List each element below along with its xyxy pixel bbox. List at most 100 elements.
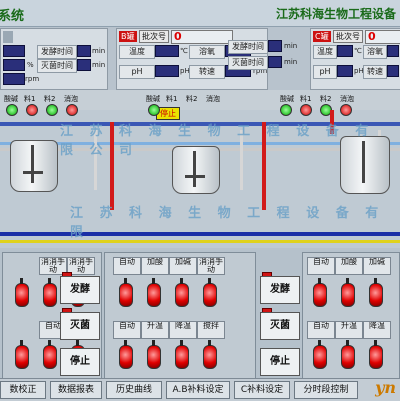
tank-a-sterilize-time-unit: min xyxy=(92,61,106,69)
valve-icon[interactable] xyxy=(26,104,38,116)
tank-a-sterilize-time-value xyxy=(77,59,91,71)
knob-icon[interactable] xyxy=(175,340,189,369)
tank-c-auto-label: 自动 xyxy=(307,257,335,275)
indicator-label-b1: 酸碱 xyxy=(146,95,160,103)
bottom-nav: 数校正 数据报表 历史曲线 A.B补料设定 C补料设定 分时段控制 xyxy=(0,378,400,401)
sterilize-button-a[interactable]: 灭菌 xyxy=(60,312,100,340)
valve-icon[interactable] xyxy=(66,104,78,116)
tank-b-ph-value xyxy=(155,65,179,77)
tank-b-sterilize-time-unit: min xyxy=(284,58,298,66)
tank-b-batch-no: 0 xyxy=(174,30,182,43)
tank-b-auto-label: 自动 xyxy=(113,257,141,275)
tank-b-cool-label: 降温 xyxy=(169,321,197,339)
window-title: 系统 xyxy=(0,9,25,24)
tank-b-temp-unit: ℃ xyxy=(180,47,188,55)
tank-a-label xyxy=(3,31,13,43)
tank-a-unit-3: rpm xyxy=(25,75,40,83)
stop-button-b[interactable]: 停止 xyxy=(260,348,300,376)
tank-c-do-value xyxy=(387,45,399,57)
tank-b-manual-label: 消消手动 xyxy=(197,257,225,275)
tank-b-alkali-label: 加碱 xyxy=(169,257,197,275)
control-area: 消消手动 消消手动 自动 搅拌 发酵 灭菌 停止 自动 加酸 加碱 消消手动 自… xyxy=(0,250,400,380)
knob-icon[interactable] xyxy=(341,340,355,369)
knob-icon[interactable] xyxy=(119,340,133,369)
title-bar: 系统 江苏科海生物工程设备 xyxy=(0,0,400,27)
tank-b-heat-label: 升温 xyxy=(141,321,169,339)
data-report-button[interactable]: 数据报表 xyxy=(50,381,102,399)
tank-c-do-label: 溶氧 xyxy=(363,45,387,59)
knob-icon[interactable] xyxy=(203,340,217,369)
tank-c-acid-label: 加酸 xyxy=(335,257,363,275)
valve-icon[interactable] xyxy=(46,104,58,116)
tank-c-batch-no: 0 xyxy=(368,30,376,43)
tank-a-sterilize-time-label: 灭菌时间 xyxy=(37,59,77,73)
tank-c-batch-field[interactable]: 0 xyxy=(365,30,400,44)
indicator-label-a2: 料1 xyxy=(24,95,36,103)
history-curve-button[interactable]: 历史曲线 xyxy=(106,381,162,399)
calibration-button[interactable]: 数校正 xyxy=(0,381,46,399)
valve-icon[interactable] xyxy=(280,104,292,116)
tank-b-temp-label: 温度 xyxy=(119,45,155,59)
tank-a-value-3 xyxy=(3,73,25,85)
indicator-label-b3: 料2 xyxy=(186,95,198,103)
knob-icon[interactable] xyxy=(313,340,327,369)
tank-b-sterilize-time-value xyxy=(268,56,282,68)
valve-icon[interactable] xyxy=(300,104,312,116)
tank-b-batch-field[interactable]: 0 xyxy=(171,30,233,44)
stop-button-a[interactable]: 停止 xyxy=(60,348,100,376)
tank-b-sterilize-time-label: 灭菌时间 xyxy=(228,56,268,70)
tank-c-panel: C罐 批次号 0 温度 ℃ 溶氧 % pH pH 转速 rpm xyxy=(310,28,400,90)
knob-icon[interactable] xyxy=(313,278,327,307)
valve-icon[interactable] xyxy=(340,104,352,116)
tank-c-temp-value xyxy=(337,45,353,57)
valve-icon[interactable] xyxy=(6,104,18,116)
tank-b-batch-label: 批次号 xyxy=(139,30,169,43)
tank-c-speed-label: 转速 xyxy=(363,65,387,79)
knob-icon[interactable] xyxy=(369,278,383,307)
knob-icon[interactable] xyxy=(147,340,161,369)
tank-c-ph-label: pH xyxy=(313,65,337,79)
time-segment-control-button[interactable]: 分时段控制 xyxy=(294,381,358,399)
bottom-pipe-yellow xyxy=(0,240,400,243)
watermark-bottom: 江 苏 科 海 生 物 工 程 设 备 有 限 xyxy=(70,206,385,240)
process-diagram: 酸碱 料1 料2 消泡 酸碱 料1 料2 消泡 酸碱 料1 料2 消泡 停止 江 xyxy=(0,90,400,248)
tank-b-tag: B罐 xyxy=(119,31,137,42)
c-feed-settings-button[interactable]: C补料设定 xyxy=(234,381,290,399)
company-name: 江苏科海生物工程设备 xyxy=(275,7,396,21)
indicator-label-a4: 消泡 xyxy=(64,95,78,103)
knob-icon[interactable] xyxy=(369,340,383,369)
ferment-button-b[interactable]: 发酵 xyxy=(260,276,300,304)
knob-icon[interactable] xyxy=(15,340,29,369)
tank-a-ferment-time-unit: min xyxy=(92,47,106,55)
sterilize-button-b[interactable]: 灭菌 xyxy=(260,312,300,340)
knob-icon[interactable] xyxy=(119,278,133,307)
tank-b-ph-label: pH xyxy=(119,65,155,79)
tank-c-alkali-label: 加碱 xyxy=(363,257,391,275)
tank-b-extra-panel: 发酵时间 min 灭菌时间 min xyxy=(226,40,300,86)
knob-icon[interactable] xyxy=(341,278,355,307)
indicator-label-a1: 酸碱 xyxy=(4,95,18,103)
indicator-label-b2: 料1 xyxy=(166,95,178,103)
knob-icon[interactable] xyxy=(43,340,57,369)
tank-b-stir-label: 搅拌 xyxy=(197,321,225,339)
site-logo: yn xyxy=(375,378,396,397)
tank-a-value-1 xyxy=(3,45,25,57)
knob-icon[interactable] xyxy=(15,278,29,307)
control-group-c: 自动 加酸 加碱 自动 升温 降温 xyxy=(302,252,400,380)
tank-a-value-2 xyxy=(3,59,25,71)
ab-feed-settings-button[interactable]: A.B补料设定 xyxy=(166,381,230,399)
knob-icon[interactable] xyxy=(43,278,57,307)
tank-c-cool-label: 降温 xyxy=(363,321,391,339)
knob-icon[interactable] xyxy=(147,278,161,307)
knob-icon[interactable] xyxy=(175,278,189,307)
tank-b-temp-value xyxy=(155,45,179,57)
indicator-label-c4: 消泡 xyxy=(340,95,354,103)
control-buttons-a: 发酵 灭菌 停止 xyxy=(56,252,100,378)
tank-b-speed-label: 转速 xyxy=(189,65,225,79)
tank-c-speed-value xyxy=(387,65,399,77)
indicator-label-b4: 消泡 xyxy=(206,95,220,103)
knob-icon[interactable] xyxy=(203,278,217,307)
tank-b-ferment-time-value xyxy=(268,40,282,52)
valve-icon[interactable] xyxy=(148,104,160,116)
ferment-button-a[interactable]: 发酵 xyxy=(60,276,100,304)
